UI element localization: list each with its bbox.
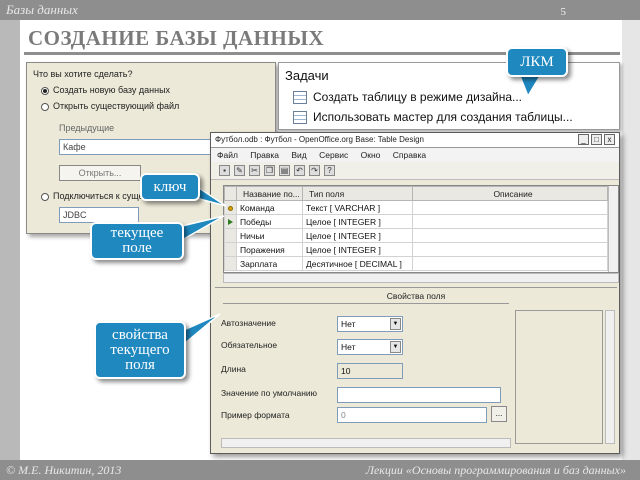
description-cell[interactable]: [412, 242, 608, 257]
menu-bar: Файл Правка Вид Сервис Окно Справка: [211, 148, 619, 162]
required-select[interactable]: Нет ▼: [337, 339, 403, 355]
slide-footer-bar: © М.Е. Никитин, 2013 Лекции «Основы прог…: [0, 460, 640, 480]
properties-title: Свойства поля: [386, 291, 446, 301]
redo-icon[interactable]: ↷: [309, 165, 320, 176]
field-name-cell[interactable]: Ничьи: [236, 228, 303, 243]
page-number: 5: [560, 6, 567, 18]
lkm-callout: ЛКМ: [506, 47, 568, 77]
radio-icon: [41, 192, 49, 201]
help-icon[interactable]: ?: [324, 165, 335, 176]
wizard-question: Что вы хотите сделать?: [33, 69, 133, 79]
slide-title: СОЗДАНИЕ БАЗЫ ДАННЫХ: [28, 26, 325, 50]
format-example-label: Пример формата: [221, 410, 290, 420]
chevron-down-icon: ▼: [390, 318, 401, 330]
field-name-cell[interactable]: Команда: [236, 200, 303, 215]
default-value-label: Значение по умолчанию: [221, 388, 318, 398]
length-input[interactable]: 10: [337, 363, 403, 379]
recent-label: Предыдущие: [59, 123, 115, 133]
lkm-highlight-frame: [278, 62, 620, 130]
col-field-type[interactable]: Тип поля: [302, 186, 413, 201]
format-example-input[interactable]: 0: [337, 407, 487, 423]
primary-key-icon: [228, 205, 233, 211]
save-icon[interactable]: ▪: [219, 165, 230, 176]
field-name-cell[interactable]: Поражения: [236, 242, 303, 257]
table-design-window: Футбол.odb : Футбол - OpenOffice.org Bas…: [210, 132, 620, 454]
footer-course: Лекции «Основы программирования и баз да…: [365, 463, 626, 477]
menu-file[interactable]: Файл: [217, 150, 238, 160]
slide-header-bar: Базы данных 5: [0, 0, 640, 20]
cut-icon[interactable]: ✂: [249, 165, 260, 176]
radio-selected-icon: [41, 86, 49, 95]
table-row[interactable]: Ничьи Целое [ INTEGER ]: [224, 228, 608, 243]
table-row[interactable]: Зарплата Десятичное [ DECIMAL ]: [224, 256, 608, 271]
key-callout: ключ: [140, 173, 200, 201]
window-title: Футбол.odb : Футбол - OpenOffice.org Bas…: [215, 135, 424, 144]
field-grid: Название по... Тип поля Описание Команда…: [223, 185, 619, 273]
option-open-file[interactable]: Открыть существующий файл: [41, 101, 179, 111]
menu-window[interactable]: Окно: [361, 150, 381, 160]
field-properties-panel: Свойства поля Автозначение Нет ▼ Обязател…: [215, 287, 617, 451]
col-field-name[interactable]: Название по...: [236, 186, 303, 201]
description-cell[interactable]: [412, 200, 608, 215]
grid-horizontal-scrollbar[interactable]: [223, 273, 619, 283]
minimize-button[interactable]: _: [578, 134, 589, 145]
window-titlebar: Футбол.odb : Футбол - OpenOffice.org Bas…: [211, 133, 619, 148]
footer-author: © М.Е. Никитин, 2013: [6, 463, 122, 477]
table-row[interactable]: Победы Целое [ INTEGER ]: [224, 214, 608, 229]
paste-icon[interactable]: ▤: [279, 165, 290, 176]
toolbar: ▪ ✎ ✂ ❐ ▤ ↶ ↷ ?: [211, 162, 619, 180]
row-header[interactable]: [224, 228, 237, 243]
table-row[interactable]: Команда Текст [ VARCHAR ]: [224, 200, 608, 215]
field-type-cell[interactable]: Текст [ VARCHAR ]: [302, 200, 413, 215]
format-button[interactable]: ...: [491, 406, 507, 422]
field-type-cell[interactable]: Целое [ INTEGER ]: [302, 214, 413, 229]
properties-divider: [223, 303, 509, 304]
menu-help[interactable]: Справка: [393, 150, 426, 160]
right-decor-bar: [622, 20, 640, 460]
option-create-db[interactable]: Создать новую базу данных: [41, 85, 170, 95]
col-description[interactable]: Описание: [412, 186, 608, 201]
left-decor-bar: [0, 20, 20, 460]
undo-icon[interactable]: ↶: [294, 165, 305, 176]
autovalue-label: Автозначение: [221, 318, 276, 328]
menu-tools[interactable]: Сервис: [319, 150, 348, 160]
section-title: Базы данных: [6, 2, 78, 17]
description-cell[interactable]: [412, 256, 608, 271]
chevron-down-icon: ▼: [390, 341, 401, 353]
row-header[interactable]: [224, 242, 237, 257]
autovalue-select[interactable]: Нет ▼: [337, 316, 403, 332]
grid-vertical-scrollbar[interactable]: [608, 186, 618, 272]
field-properties-callout: свойства текущего поля: [94, 321, 186, 379]
properties-vertical-scrollbar[interactable]: [605, 310, 615, 444]
field-name-cell[interactable]: Зарплата: [236, 256, 303, 271]
row-header[interactable]: [224, 214, 237, 229]
menu-view[interactable]: Вид: [291, 150, 306, 160]
field-type-cell[interactable]: Целое [ INTEGER ]: [302, 242, 413, 257]
field-name-cell[interactable]: Победы: [236, 214, 303, 229]
current-row-arrow-icon: [228, 218, 233, 225]
row-header[interactable]: [224, 256, 237, 271]
grid-corner: [224, 186, 237, 201]
open-button[interactable]: Открыть...: [59, 165, 141, 181]
properties-horizontal-scrollbar[interactable]: [221, 438, 511, 448]
edit-icon[interactable]: ✎: [234, 165, 245, 176]
connection-type-select[interactable]: JDBC: [59, 207, 139, 223]
description-cell[interactable]: [412, 214, 608, 229]
close-button[interactable]: x: [604, 134, 615, 145]
row-header[interactable]: [224, 200, 237, 215]
current-field-callout: текущее поле: [90, 222, 184, 260]
default-value-input[interactable]: [337, 387, 501, 403]
radio-icon: [41, 102, 49, 111]
required-label: Обязательное: [221, 340, 278, 350]
length-label: Длина: [221, 364, 246, 374]
maximize-button[interactable]: □: [591, 134, 602, 145]
table-row[interactable]: Поражения Целое [ INTEGER ]: [224, 242, 608, 257]
field-type-cell[interactable]: Целое [ INTEGER ]: [302, 228, 413, 243]
field-type-cell[interactable]: Десятичное [ DECIMAL ]: [302, 256, 413, 271]
description-cell[interactable]: [412, 228, 608, 243]
copy-icon[interactable]: ❐: [264, 165, 275, 176]
help-text-area: [515, 310, 603, 444]
menu-edit[interactable]: Правка: [250, 150, 279, 160]
